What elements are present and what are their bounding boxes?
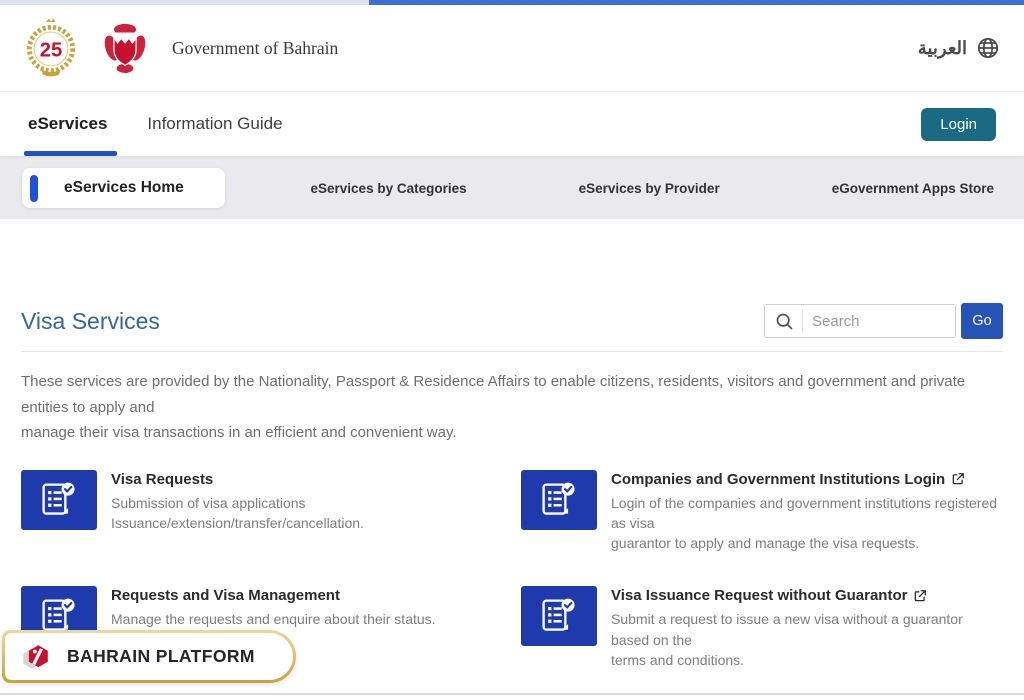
tab-eservices[interactable]: eServices bbox=[28, 92, 107, 156]
page-title: Visa Services bbox=[21, 308, 160, 335]
language-switcher[interactable]: العربية bbox=[918, 36, 1000, 60]
search-go-button[interactable]: Go bbox=[961, 303, 1003, 339]
active-tab-underline bbox=[24, 151, 117, 156]
brand-text: Government of Bahrain bbox=[172, 38, 338, 59]
page: 25 Government of Bahrain bbox=[0, 0, 1024, 700]
subnav-item-eservices-home[interactable]: eServices Home bbox=[22, 168, 225, 208]
tab-label-eservices: eServices bbox=[28, 114, 107, 134]
intro-description-line1: These services are provided by the Natio… bbox=[21, 373, 965, 416]
document-check-icon bbox=[521, 586, 597, 646]
subnav-links: eServices by Categories eServices by Pro… bbox=[225, 181, 1002, 196]
platform-label: BAHRAIN PLATFORM bbox=[67, 646, 255, 667]
service-title[interactable]: Visa Issuance Request without Guarantor bbox=[611, 587, 907, 604]
header: 25 Government of Bahrain bbox=[0, 5, 1024, 92]
search-box bbox=[764, 304, 956, 338]
external-link-icon bbox=[913, 589, 927, 603]
service-description: Submit a request to issue a new visa wit… bbox=[611, 609, 1003, 670]
search-area: Go bbox=[764, 303, 1003, 339]
service-card-text: Companies and Government Institutions Lo… bbox=[611, 470, 1003, 554]
tab-information-guide[interactable]: Information Guide bbox=[147, 92, 282, 156]
globe-icon bbox=[976, 36, 1000, 60]
document-check-icon bbox=[21, 470, 97, 530]
bahrain-platform-badge-inner: BAHRAIN PLATFORM bbox=[5, 633, 293, 680]
service-card-text: Requests and Visa Management Manage the … bbox=[111, 586, 436, 629]
subnav-active-label: eServices Home bbox=[64, 179, 184, 197]
bahrain-platform-logo bbox=[18, 639, 54, 675]
service-title[interactable]: Companies and Government Institutions Lo… bbox=[611, 471, 945, 488]
subnav-item-provider[interactable]: eServices by Provider bbox=[579, 181, 720, 196]
primary-tabs: eServices Information Guide Login bbox=[0, 92, 1024, 157]
subnav-item-apps-store[interactable]: eGovernment Apps Store bbox=[832, 181, 994, 196]
subnav-item-categories[interactable]: eServices by Categories bbox=[311, 181, 467, 196]
header-branding: 25 Government of Bahrain bbox=[24, 17, 338, 79]
active-indicator-pill bbox=[30, 175, 38, 202]
service-description: Submission of visa applications Issuance… bbox=[111, 493, 364, 534]
secondary-nav: eServices Home eServices by Categories e… bbox=[0, 157, 1024, 219]
main-content: Visa Services Go These services are prov… bbox=[0, 303, 1024, 670]
service-description: Login of the companies and government in… bbox=[611, 493, 1003, 554]
login-button[interactable]: Login bbox=[921, 108, 996, 141]
service-card-visa-issuance-without-guarantor[interactable]: Visa Issuance Request without Guarantor … bbox=[521, 586, 1003, 670]
service-card-text: Visa Requests Submission of visa applica… bbox=[111, 470, 364, 534]
section-divider bbox=[21, 351, 1003, 352]
title-row: Visa Services Go bbox=[21, 303, 1003, 339]
external-link-icon bbox=[951, 472, 965, 486]
service-card-visa-requests[interactable]: Visa Requests Submission of visa applica… bbox=[21, 470, 503, 554]
bahrain-platform-badge: BAHRAIN PLATFORM bbox=[2, 630, 296, 683]
bahrain-crest-logo bbox=[100, 20, 150, 76]
service-card-text: Visa Issuance Request without Guarantor … bbox=[611, 586, 1003, 670]
intro-description-line2: manage their visa transactions in an eff… bbox=[21, 424, 457, 441]
service-title[interactable]: Requests and Visa Management bbox=[111, 587, 340, 604]
document-check-icon bbox=[521, 470, 597, 530]
intro-description: These services are provided by the Natio… bbox=[21, 369, 1003, 446]
language-label[interactable]: العربية bbox=[918, 38, 967, 59]
bottom-divider bbox=[0, 693, 1024, 695]
search-icon bbox=[774, 311, 795, 332]
anniversary-25-logo: 25 bbox=[24, 17, 78, 79]
service-card-companies-government-login[interactable]: Companies and Government Institutions Lo… bbox=[521, 470, 1003, 554]
search-input[interactable] bbox=[802, 310, 951, 332]
tab-label-information-guide: Information Guide bbox=[147, 114, 282, 134]
anniversary-number: 25 bbox=[40, 40, 63, 62]
service-title[interactable]: Visa Requests bbox=[111, 471, 213, 488]
service-description: Manage the requests and enquire about th… bbox=[111, 609, 436, 629]
